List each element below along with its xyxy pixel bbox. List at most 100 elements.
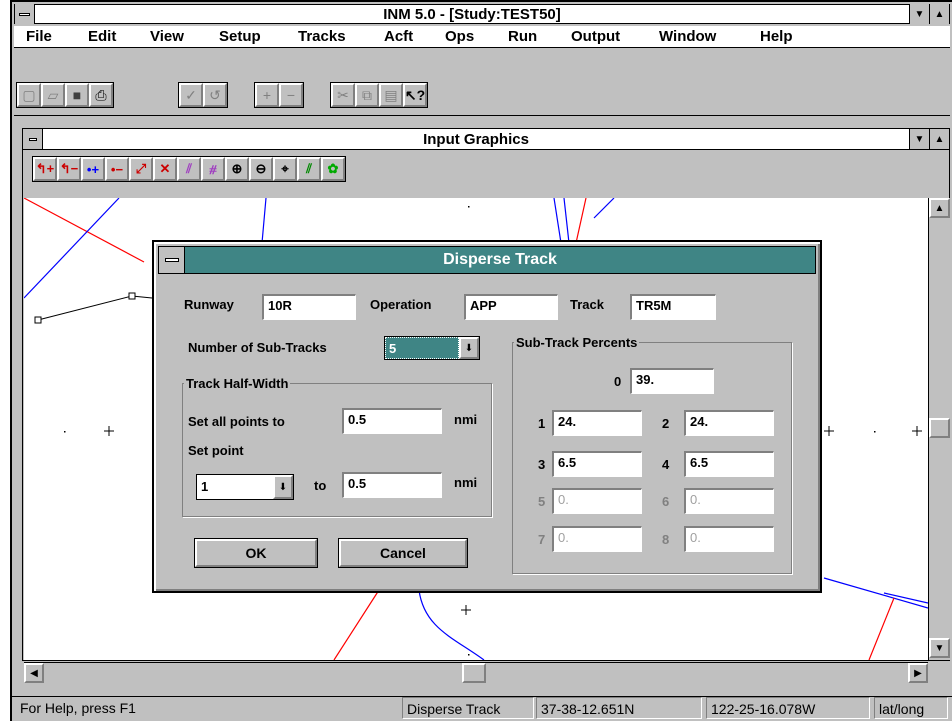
maximize-button[interactable]: ▲ bbox=[929, 4, 949, 24]
horizontal-scroll-thumb[interactable] bbox=[462, 663, 486, 683]
cut-icon[interactable]: ✂ bbox=[331, 83, 355, 107]
ok-button[interactable]: OK bbox=[194, 538, 318, 568]
dialog-title-bar[interactable]: Disperse Track bbox=[158, 246, 816, 274]
subtracks-label: Number of Sub-Tracks bbox=[188, 340, 327, 355]
child-system-menu-icon[interactable] bbox=[23, 129, 43, 149]
p8-field: 0. bbox=[684, 526, 774, 552]
vertical-scroll-thumb[interactable] bbox=[929, 418, 950, 438]
to-field[interactable]: 0.5 bbox=[342, 472, 442, 498]
zoom-out-icon[interactable]: ⊖ bbox=[249, 157, 273, 181]
delete-icon[interactable]: ✕ bbox=[153, 157, 177, 181]
track-field[interactable]: TR5M bbox=[630, 294, 716, 320]
menu-acft[interactable]: Acft bbox=[384, 28, 413, 45]
status-mode: Disperse Track bbox=[402, 697, 534, 719]
p3-label: 3 bbox=[538, 457, 546, 472]
set-all-label: Set all points to bbox=[188, 414, 285, 429]
copy-icon[interactable]: ⧉ bbox=[355, 83, 379, 107]
menu-window[interactable]: Window bbox=[659, 28, 716, 45]
move-point-icon[interactable]: ⤢ bbox=[129, 157, 153, 181]
plus-icon[interactable]: + bbox=[255, 83, 279, 107]
point-dropdown-arrow-icon[interactable]: ⬇ bbox=[273, 475, 293, 499]
app-title: INM 5.0 - [Study:TEST50] bbox=[383, 5, 561, 23]
track-style-icon[interactable]: ⫽ bbox=[297, 157, 321, 181]
point-value: 1 bbox=[201, 479, 209, 494]
open-icon[interactable]: ▱ bbox=[41, 83, 65, 107]
scroll-left-button[interactable]: ◀ bbox=[24, 663, 44, 683]
main-title-bar-row[interactable]: INM 5.0 - [Study:TEST50] ▼ ▲ bbox=[14, 4, 950, 24]
status-latitude: 37-38-12.651N bbox=[536, 697, 702, 719]
dialog-system-menu-icon[interactable] bbox=[159, 247, 185, 273]
runway-field[interactable]: 10R bbox=[262, 294, 356, 320]
minus-icon[interactable]: − bbox=[279, 83, 303, 107]
toolbar-group-add: + − bbox=[254, 82, 304, 108]
main-toolbar bbox=[14, 50, 950, 116]
graphics-toolbar: ↰+ ↰− •+ •− ⤢ ✕ ⫽ ⧣ ⊕ ⊖ ⌖ ⫽ ✿ bbox=[32, 156, 346, 182]
delete-point-icon[interactable]: •− bbox=[105, 157, 129, 181]
operation-field[interactable]: APP bbox=[464, 294, 558, 320]
cancel-button[interactable]: Cancel bbox=[338, 538, 468, 568]
save-icon[interactable]: ■ bbox=[65, 83, 89, 107]
system-menu-icon[interactable] bbox=[15, 4, 35, 24]
toolbar-group-edit: ✓ ↺ bbox=[178, 82, 228, 108]
p2-label: 2 bbox=[662, 416, 670, 431]
dropdown-arrow-icon[interactable]: ⬇ bbox=[459, 337, 479, 359]
add-point-icon[interactable]: •+ bbox=[81, 157, 105, 181]
menu-file[interactable]: File bbox=[26, 28, 52, 45]
child-title: Input Graphics bbox=[423, 130, 529, 148]
horizontal-scrollbar[interactable]: ◀ ▶ bbox=[24, 662, 928, 684]
add-track-icon[interactable]: ↰+ bbox=[33, 157, 57, 181]
child-maximize-button[interactable]: ▲ bbox=[929, 129, 949, 149]
delete-track-icon[interactable]: ↰− bbox=[57, 157, 81, 181]
toolbar-group-clip: ✂ ⧉ ▤ ↖? bbox=[330, 82, 428, 108]
scroll-up-button[interactable]: ▲ bbox=[929, 198, 950, 218]
undo-icon[interactable]: ↺ bbox=[203, 83, 227, 107]
menu-help[interactable]: Help bbox=[760, 28, 793, 45]
menu-bar: File Edit View Setup Tracks Acft Ops Run… bbox=[14, 26, 950, 48]
context-help-icon[interactable]: ↖? bbox=[403, 83, 427, 107]
p1-field[interactable]: 24. bbox=[552, 410, 642, 436]
check-icon[interactable]: ✓ bbox=[179, 83, 203, 107]
scroll-right-button[interactable]: ▶ bbox=[908, 663, 928, 683]
menu-output[interactable]: Output bbox=[571, 28, 620, 45]
disperse-icon[interactable]: ⫽ bbox=[177, 157, 201, 181]
cancel-button-label: Cancel bbox=[380, 545, 426, 561]
p4-field[interactable]: 6.5 bbox=[684, 451, 774, 477]
p5-field: 0. bbox=[552, 488, 642, 514]
status-longitude: 122-25-16.078W bbox=[706, 697, 870, 719]
paste-icon[interactable]: ▤ bbox=[379, 83, 403, 107]
settings-icon[interactable]: ✿ bbox=[321, 157, 345, 181]
menu-ops[interactable]: Ops bbox=[445, 28, 474, 45]
menu-setup[interactable]: Setup bbox=[219, 28, 261, 45]
toolbar-group-file: ▢ ▱ ■ ⎙ bbox=[16, 82, 114, 108]
minimize-button[interactable]: ▼ bbox=[909, 4, 929, 24]
menu-run[interactable]: Run bbox=[508, 28, 537, 45]
new-icon[interactable]: ▢ bbox=[17, 83, 41, 107]
menu-tracks[interactable]: Tracks bbox=[298, 28, 346, 45]
operation-label: Operation bbox=[370, 297, 432, 312]
point-select[interactable]: 1 ⬇ bbox=[196, 474, 294, 500]
center-icon[interactable]: ⌖ bbox=[273, 157, 297, 181]
status-bar: For Help, press F1 Disperse Track 37-38-… bbox=[12, 696, 952, 721]
menu-view[interactable]: View bbox=[150, 28, 184, 45]
child-minimize-button[interactable]: ▼ bbox=[909, 129, 929, 149]
menu-edit[interactable]: Edit bbox=[88, 28, 116, 45]
print-icon[interactable]: ⎙ bbox=[89, 83, 113, 107]
disperse-track-dialog: Disperse Track Runway 10R Operation APP … bbox=[152, 240, 822, 593]
zoom-in-icon[interactable]: ⊕ bbox=[225, 157, 249, 181]
status-units: lat/long bbox=[874, 697, 948, 719]
subtracks-select[interactable]: 5 ⬇ bbox=[384, 336, 480, 360]
p0-field[interactable]: 39. bbox=[630, 368, 714, 394]
vertical-scrollbar[interactable]: ▲ ▼ bbox=[928, 198, 950, 660]
child-title-bar[interactable]: Input Graphics ▼ ▲ bbox=[22, 128, 950, 150]
scroll-down-button[interactable]: ▼ bbox=[929, 638, 950, 658]
dialog-title: Disperse Track bbox=[443, 251, 557, 268]
p2-field[interactable]: 24. bbox=[684, 410, 774, 436]
track-label: Track bbox=[570, 297, 604, 312]
p5-label: 5 bbox=[538, 494, 546, 509]
cross-track-icon[interactable]: ⧣ bbox=[201, 157, 225, 181]
set-all-field[interactable]: 0.5 bbox=[342, 408, 442, 434]
p4-label: 4 bbox=[662, 457, 670, 472]
percents-group-label: Sub-Track Percents bbox=[514, 335, 640, 350]
p3-field[interactable]: 6.5 bbox=[552, 451, 642, 477]
p1-label: 1 bbox=[538, 416, 546, 431]
